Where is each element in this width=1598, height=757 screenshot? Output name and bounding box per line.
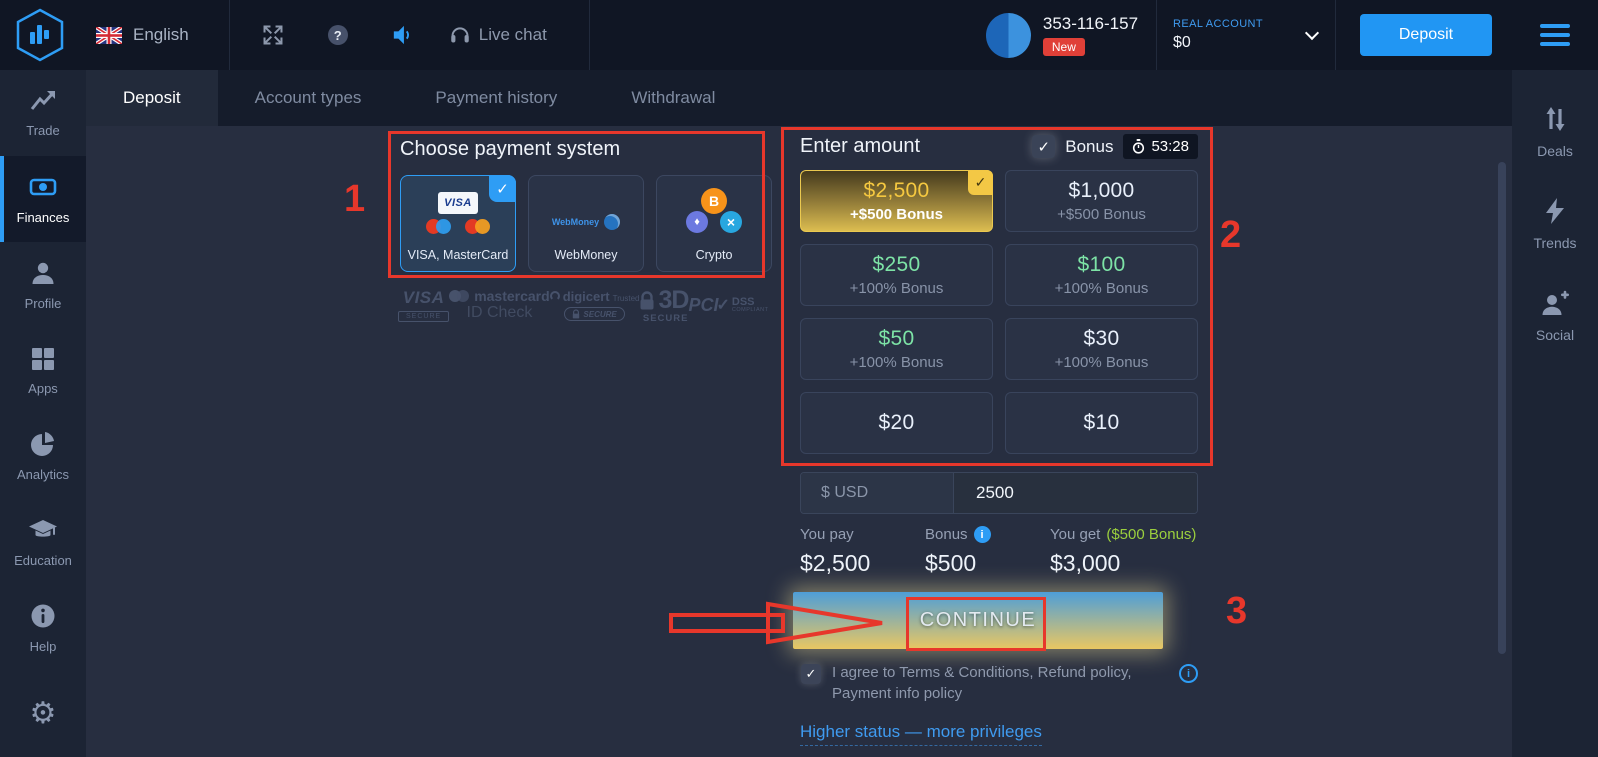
app-window: English ? Live chat <box>0 0 1598 757</box>
you-pay-value: $2,500 <box>800 550 925 577</box>
sidebar-item-trade[interactable]: Trade <box>0 70 86 156</box>
pie-chart-icon <box>29 430 57 458</box>
amount-input-row: $ USD <box>800 472 1198 514</box>
sidebar-item-finances[interactable]: Finances <box>0 156 86 242</box>
sidebar-label: Help <box>30 639 57 654</box>
sidebar-item-education[interactable]: Education <box>0 499 86 585</box>
check-icon: ✓ <box>806 666 817 682</box>
mastercard-idcheck-badge: mastercard ID Check <box>449 288 550 322</box>
right-sidebar: Deals Trends Social <box>1512 70 1598 757</box>
person-icon <box>29 259 57 287</box>
annotation-number-2: 2 <box>1220 214 1241 257</box>
sidebar-label: Trade <box>26 123 59 138</box>
visa-secure-badge: VISA SECURE <box>398 288 449 322</box>
sidebar-label: Apps <box>28 381 58 396</box>
sidebar-item-deals[interactable]: Deals <box>1512 86 1598 178</box>
topbar-divider <box>1335 0 1336 70</box>
sidebar-item-settings[interactable]: ⚙ <box>0 671 86 757</box>
trust-badges: VISA SECURE mastercard ID Check digicert… <box>398 286 768 324</box>
uk-flag-icon <box>96 27 122 44</box>
tab-withdrawal[interactable]: Withdrawal <box>594 70 752 126</box>
language-label: English <box>133 25 189 45</box>
digicert-badge: digicertTrusted SECURE <box>550 289 640 321</box>
topbar: English ? Live chat <box>0 0 1598 70</box>
bonus-summary-value: $500 <box>925 550 1050 577</box>
sidebar-label: Trends <box>1533 235 1576 251</box>
chevron-down-icon <box>1305 26 1319 40</box>
you-get-value: $3,000 <box>1050 550 1196 577</box>
sidebar-label: Analytics <box>17 467 69 482</box>
account-info: 353-116-157 New <box>1043 14 1138 56</box>
annotation-number-1: 1 <box>344 178 365 221</box>
scrollbar[interactable] <box>1498 162 1506 654</box>
annotation-box-step1 <box>388 131 765 278</box>
headset-icon <box>450 24 470 46</box>
apps-grid-icon <box>30 346 56 372</box>
summary-row: You pay $2,500 Bonus i $500 You get ($50… <box>800 526 1198 577</box>
sound-icon[interactable] <box>392 24 414 46</box>
sidebar-item-social[interactable]: Social <box>1512 270 1598 362</box>
sidebar-item-analytics[interactable]: Analytics <box>0 414 86 500</box>
deposit-button[interactable]: Deposit <box>1360 14 1492 56</box>
lightning-icon <box>1543 197 1567 225</box>
account-type-label: REAL ACCOUNT <box>1173 18 1263 30</box>
left-sidebar: Trade Finances Profile Apps <box>0 70 86 757</box>
amount-input[interactable] <box>954 473 1197 513</box>
banknote-icon <box>29 173 57 201</box>
up-down-arrows-icon <box>1541 105 1569 133</box>
help-icon[interactable]: ? <box>328 25 348 45</box>
agree-checkbox[interactable]: ✓ <box>801 664 821 684</box>
graduation-cap-icon <box>28 516 58 544</box>
tab-bar: Deposit Account types Payment history Wi… <box>86 70 1512 126</box>
sidebar-item-help[interactable]: Help <box>0 585 86 671</box>
annotation-box-step3 <box>906 597 1046 651</box>
trend-up-icon <box>29 88 57 114</box>
menu-icon[interactable] <box>1540 24 1570 46</box>
currency-selector[interactable]: $ USD <box>801 473 954 513</box>
sidebar-label: Education <box>14 553 72 568</box>
sidebar-item-profile[interactable]: Profile <box>0 242 86 328</box>
bonus-info-icon[interactable]: i <box>974 526 991 543</box>
bonus-summary-label: Bonus <box>925 526 968 543</box>
lock-icon <box>639 291 655 311</box>
annotation-box-step2 <box>781 127 1213 466</box>
tab-payment-history[interactable]: Payment history <box>398 70 594 126</box>
brand-logo-icon[interactable] <box>14 7 66 63</box>
live-chat-button[interactable]: Live chat <box>450 24 547 46</box>
live-chat-label: Live chat <box>479 25 547 45</box>
language-selector[interactable]: English <box>96 25 189 45</box>
lock-icon <box>572 309 580 319</box>
info-circle-icon <box>29 602 57 630</box>
annotation-arrow <box>668 600 890 646</box>
account-switcher[interactable]: REAL ACCOUNT $0 <box>1173 18 1317 52</box>
policy-info-icon[interactable]: i <box>1179 664 1198 683</box>
account-id: 353-116-157 <box>1043 14 1138 34</box>
help-glyph: ? <box>334 28 342 43</box>
new-badge: New <box>1043 38 1085 56</box>
sidebar-label: Finances <box>17 210 70 225</box>
you-pay-label: You pay <box>800 526 925 543</box>
higher-status-link[interactable]: Higher status — more privileges <box>800 722 1042 746</box>
you-get-label: You get <box>1050 526 1100 543</box>
sidebar-item-apps[interactable]: Apps <box>0 328 86 414</box>
tab-account-types[interactable]: Account types <box>218 70 399 126</box>
avatar[interactable] <box>986 13 1031 58</box>
sidebar-label: Deals <box>1537 143 1573 159</box>
fullscreen-icon[interactable] <box>262 24 284 46</box>
person-plus-icon <box>1540 289 1570 317</box>
topbar-divider <box>589 0 590 70</box>
agree-text[interactable]: I agree to Terms & Conditions, Refund po… <box>832 662 1178 704</box>
account-balance: $0 <box>1173 34 1263 52</box>
gear-icon: ⚙ <box>30 699 57 729</box>
sidebar-label: Social <box>1536 327 1574 343</box>
tab-deposit[interactable]: Deposit <box>86 70 218 126</box>
topbar-divider <box>229 0 230 70</box>
3d-secure-badge: 3D SECURE <box>639 286 688 324</box>
annotation-number-3: 3 <box>1226 590 1247 633</box>
sidebar-label: Profile <box>25 296 62 311</box>
sidebar-item-trends[interactable]: Trends <box>1512 178 1598 270</box>
pci-dss-badge: PCI ✓ DSS COMPLIANT <box>688 295 768 316</box>
you-get-bonus-note: ($500 Bonus) <box>1106 526 1196 543</box>
topbar-divider <box>1156 0 1157 70</box>
